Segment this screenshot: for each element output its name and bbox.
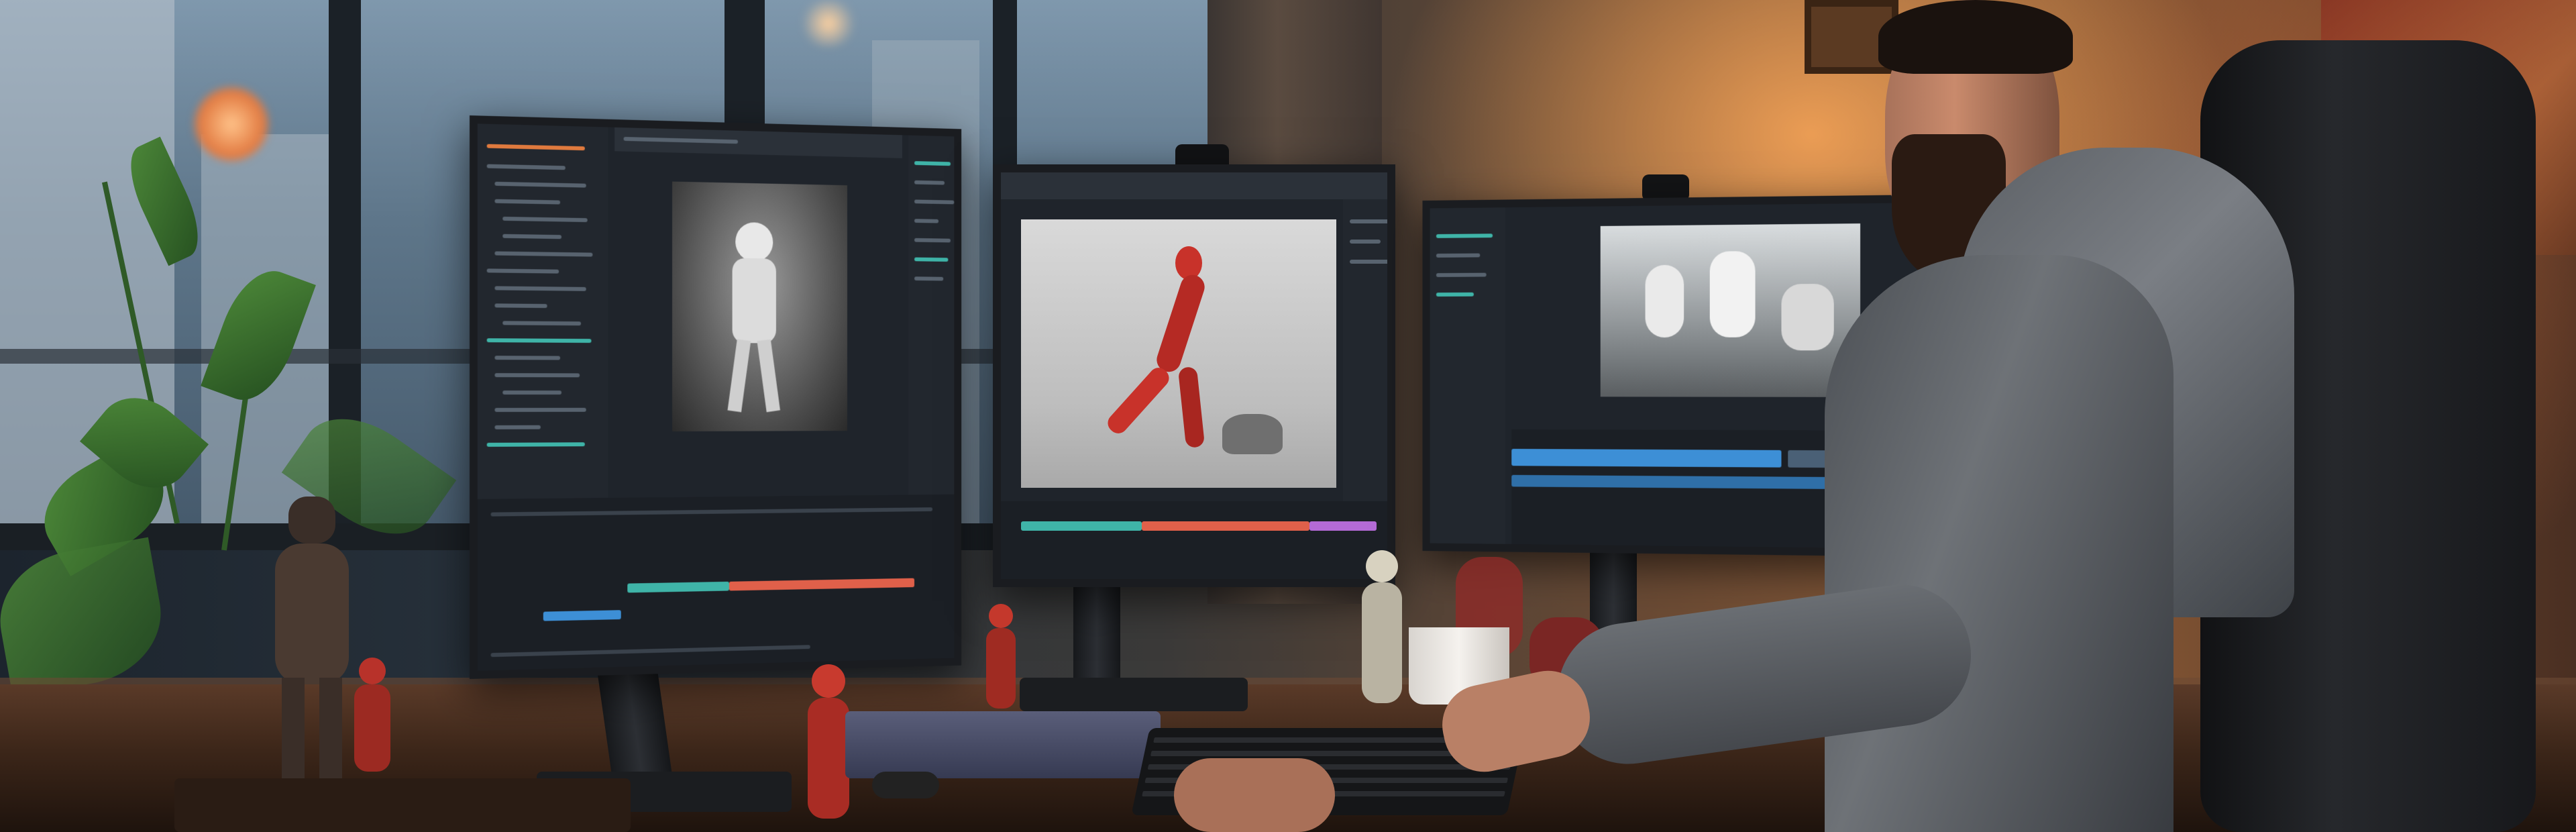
red-figure-body bbox=[1154, 272, 1208, 375]
speaker bbox=[845, 711, 1161, 778]
timeline-clip bbox=[1142, 521, 1309, 531]
outliner-item bbox=[502, 234, 561, 239]
3d-viewport bbox=[672, 182, 847, 431]
status-bar bbox=[491, 645, 810, 657]
property-row bbox=[914, 199, 954, 204]
middle-monitor bbox=[993, 164, 1395, 587]
render-viewport bbox=[1021, 219, 1336, 488]
property-row bbox=[914, 219, 938, 223]
figurine-body bbox=[275, 543, 349, 684]
outliner-item bbox=[502, 217, 587, 222]
property-row bbox=[914, 180, 945, 185]
outliner-item bbox=[487, 442, 585, 447]
street-light bbox=[798, 0, 859, 47]
figurine-leg bbox=[319, 678, 342, 778]
figurine-body bbox=[808, 698, 849, 819]
red-figurine bbox=[349, 658, 396, 778]
character-head bbox=[735, 222, 773, 262]
workspace-scene bbox=[0, 0, 2576, 832]
character-body bbox=[733, 258, 776, 344]
timeline-panel bbox=[1001, 501, 1387, 579]
timeline-clip bbox=[729, 578, 914, 591]
rock bbox=[1222, 414, 1283, 454]
outliner-item bbox=[502, 391, 561, 395]
figurine-head bbox=[288, 497, 335, 543]
mouse[interactable] bbox=[872, 772, 939, 798]
outliner-item bbox=[494, 408, 586, 412]
street-light bbox=[195, 87, 268, 161]
outliner-item bbox=[487, 268, 559, 273]
left-monitor bbox=[470, 115, 961, 679]
editor-screen bbox=[478, 123, 955, 670]
outliner-item bbox=[494, 199, 560, 205]
red-figure-leg bbox=[1104, 364, 1173, 437]
timeline-clip bbox=[627, 582, 729, 593]
figurine-head bbox=[989, 604, 1013, 628]
figurine-leg bbox=[282, 678, 305, 778]
outliner-item bbox=[487, 164, 566, 170]
character-leg bbox=[757, 340, 780, 413]
header-text bbox=[624, 137, 738, 144]
figurine-base bbox=[174, 778, 631, 832]
property-row bbox=[914, 161, 951, 166]
properties-panel bbox=[908, 136, 954, 495]
timeline-clip bbox=[543, 610, 621, 621]
outliner-item bbox=[494, 373, 580, 377]
hand bbox=[1435, 664, 1597, 780]
render-header bbox=[1001, 172, 1387, 199]
monitor-stand-base bbox=[1020, 678, 1248, 711]
outliner-item bbox=[502, 321, 581, 325]
outliner-item bbox=[487, 144, 585, 151]
timeline-ruler bbox=[491, 507, 933, 516]
outliner-item bbox=[494, 303, 547, 308]
hair bbox=[1878, 0, 2073, 74]
outliner-item bbox=[494, 286, 586, 291]
property-row bbox=[914, 238, 951, 243]
torso bbox=[1825, 255, 2174, 832]
outliner-item bbox=[487, 338, 592, 343]
figurine-body bbox=[354, 684, 390, 772]
timeline-panel bbox=[478, 495, 955, 671]
red-figure-leg bbox=[1178, 366, 1205, 448]
outliner-item bbox=[494, 356, 560, 360]
outliner-item bbox=[494, 182, 586, 188]
hand bbox=[1174, 758, 1335, 832]
timeline-clip bbox=[1021, 521, 1142, 531]
person bbox=[1342, 0, 2348, 832]
viewport-header bbox=[614, 127, 902, 158]
figurine-body bbox=[986, 628, 1016, 709]
figurine-head bbox=[359, 658, 386, 684]
outliner-item bbox=[494, 252, 592, 257]
property-row bbox=[914, 258, 948, 262]
render-screen bbox=[1001, 172, 1387, 579]
property-row bbox=[914, 276, 943, 280]
figurine-head bbox=[812, 664, 845, 698]
character-leg bbox=[728, 339, 751, 412]
outliner-item bbox=[494, 425, 540, 429]
red-figurine bbox=[981, 604, 1021, 711]
